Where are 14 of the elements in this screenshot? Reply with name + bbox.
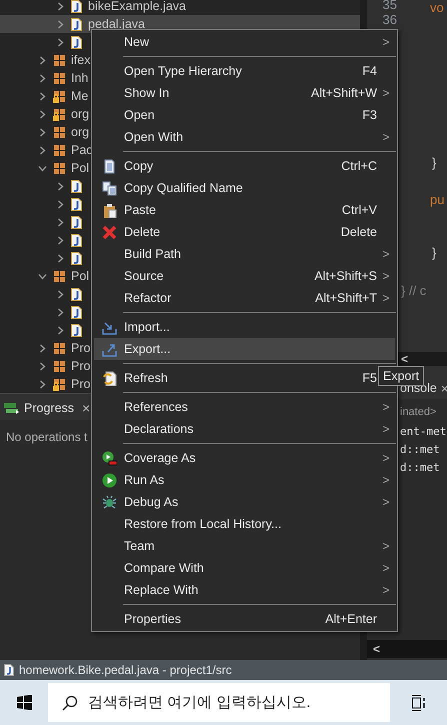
console-status: inated> (400, 406, 436, 418)
code-text: } (432, 245, 436, 261)
line-number: 36 (382, 12, 397, 27)
code-text: } (432, 155, 436, 171)
code-text: } // c (401, 283, 426, 299)
progress-message: No operations t (6, 430, 88, 444)
console-line: d::met (400, 442, 441, 458)
console-line: d::met (400, 460, 441, 476)
code-text: pu (430, 192, 444, 208)
status-text: homework.Bike.pedal.java - project1/src (19, 662, 232, 679)
code-text: vo (430, 0, 444, 16)
tooltip: Export (378, 366, 424, 386)
line-number: 35 (382, 0, 397, 12)
console-line: ent-met (400, 424, 447, 440)
